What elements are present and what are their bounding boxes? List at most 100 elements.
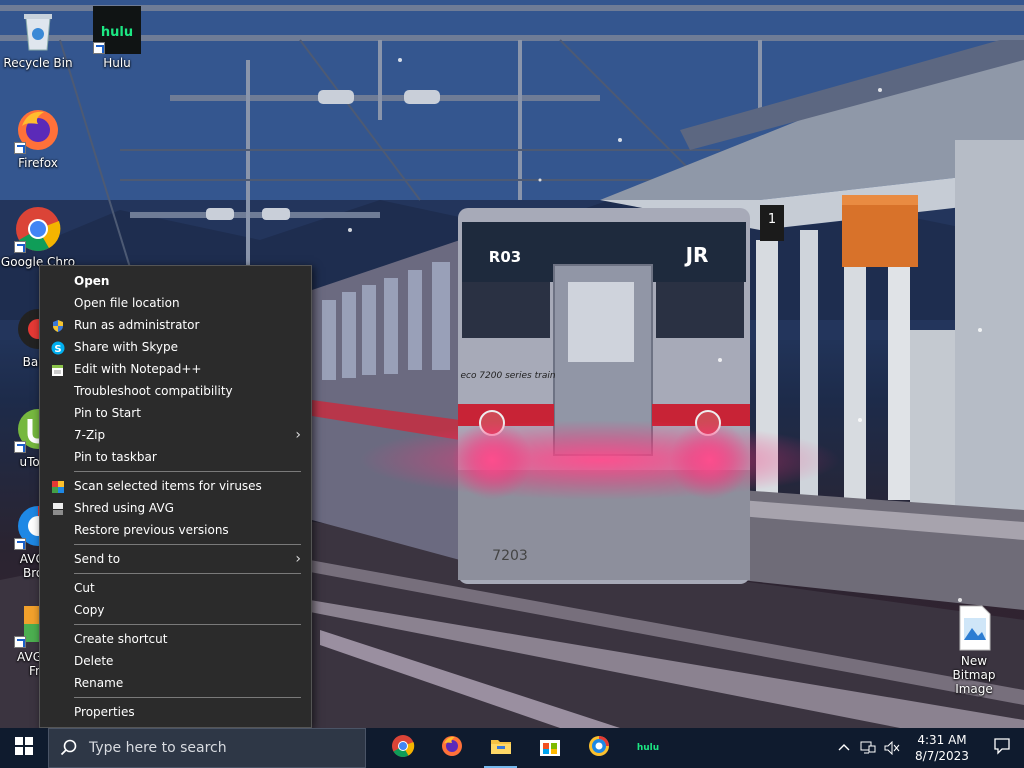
avg-shred-icon — [51, 501, 65, 515]
menu-item-cut[interactable]: Cut — [40, 577, 311, 599]
menu-item-label: Open file location — [74, 296, 180, 310]
svg-text:S: S — [54, 344, 61, 355]
shortcut-arrow-icon — [14, 636, 26, 648]
menu-separator — [74, 471, 301, 472]
taskbar-app-firefox[interactable] — [427, 728, 476, 768]
taskbar: Type here to search hulu 4:31 AM 8/7/202… — [0, 728, 1024, 768]
menu-item-open[interactable]: Open — [40, 270, 311, 292]
shortcut-arrow-icon — [14, 538, 26, 550]
menu-item-label: Rename — [74, 676, 124, 690]
firefox-icon — [14, 106, 62, 154]
notification-center-button[interactable] — [980, 728, 1024, 768]
menu-item-label: Delete — [74, 654, 114, 668]
windows-logo-icon — [15, 737, 33, 759]
menu-separator — [74, 573, 301, 574]
taskbar-app-file-explorer[interactable] — [476, 728, 525, 768]
menu-item-label: Cut — [74, 581, 95, 595]
menu-item-pin-to-start[interactable]: Pin to Start — [40, 402, 311, 424]
svg-text:hulu: hulu — [101, 25, 133, 40]
menu-item-label: 7-Zip — [74, 428, 106, 442]
taskbar-app-avg-browser[interactable] — [574, 728, 623, 768]
clock-date: 8/7/2023 — [915, 749, 969, 763]
hulu-icon: hulu — [634, 734, 661, 762]
taskbar-search-box[interactable]: Type here to search — [48, 728, 366, 768]
menu-item-restore-previous-versions[interactable]: Restore previous versions — [40, 519, 311, 541]
desktop-icon-label: Firefox — [18, 156, 58, 170]
folder-icon — [489, 734, 513, 762]
taskbar-app-hulu[interactable]: hulu — [623, 728, 672, 768]
store-icon — [538, 734, 562, 762]
menu-item-properties[interactable]: Properties — [40, 701, 311, 723]
notification-icon — [993, 737, 1011, 759]
menu-item-label: Run as administrator — [74, 318, 200, 332]
menu-item-label: Scan selected items for viruses — [74, 479, 262, 493]
desktop-icon-new-bitmap[interactable]: New Bitmap Image — [936, 604, 1012, 696]
svg-text:hulu: hulu — [636, 743, 658, 753]
train-series-label: eco 7200 series train — [460, 371, 555, 381]
shield-icon — [51, 318, 65, 332]
shortcut-arrow-icon — [14, 142, 26, 154]
menu-item-label: Pin to taskbar — [74, 450, 157, 464]
bitmap-file-icon — [950, 604, 998, 652]
menu-item-label: Pin to Start — [74, 406, 141, 420]
menu-item-shred-using-avg[interactable]: Shred using AVG — [40, 497, 311, 519]
menu-item-copy[interactable]: Copy — [40, 599, 311, 621]
chevron-right-icon: › — [295, 427, 301, 443]
taskbar-clock[interactable]: 4:31 AM 8/7/2023 — [904, 732, 980, 764]
volume-muted-icon[interactable] — [880, 728, 904, 768]
menu-item-label: Edit with Notepad++ — [74, 362, 202, 376]
menu-item-share-with-skype[interactable]: S Share with Skype — [40, 336, 311, 358]
desktop-icon-chrome[interactable]: Google Chro — [0, 205, 76, 269]
menu-item-edit-with-notepadpp[interactable]: Edit with Notepad++ — [40, 358, 311, 380]
menu-item-scan-for-viruses[interactable]: Scan selected items for viruses — [40, 475, 311, 497]
menu-item-delete[interactable]: Delete — [40, 650, 311, 672]
desktop-icon-label: Hulu — [103, 56, 131, 70]
search-icon — [49, 728, 89, 768]
chevron-right-icon: › — [295, 551, 301, 567]
notepadpp-icon — [51, 362, 65, 376]
taskbar-app-microsoft-store[interactable] — [525, 728, 574, 768]
network-icon[interactable] — [856, 728, 880, 768]
menu-item-create-shortcut[interactable]: Create shortcut — [40, 628, 311, 650]
desktop-icon-hulu[interactable]: hulu Hulu — [79, 6, 155, 70]
menu-separator — [74, 697, 301, 698]
hulu-icon: hulu — [93, 6, 141, 54]
firefox-icon — [440, 734, 464, 762]
menu-item-open-file-location[interactable]: Open file location — [40, 292, 311, 314]
shortcut-arrow-icon — [14, 241, 26, 253]
menu-item-send-to[interactable]: Send to › — [40, 548, 311, 570]
avg-browser-icon — [587, 734, 611, 762]
platform-sign-number: 1 — [768, 212, 776, 227]
chevron-up-icon[interactable] — [832, 728, 856, 768]
menu-item-pin-to-taskbar[interactable]: Pin to taskbar — [40, 446, 311, 468]
menu-item-label: Properties — [74, 705, 135, 719]
desktop-icon-label: New Bitmap Image — [952, 654, 996, 696]
shortcut-arrow-icon — [93, 42, 105, 54]
menu-item-label: Send to — [74, 552, 121, 566]
train-car-number: 7203 — [492, 548, 528, 564]
desktop-icon-firefox[interactable]: Firefox — [0, 106, 76, 170]
taskbar-pinned-apps: hulu — [378, 728, 672, 768]
menu-item-7zip[interactable]: 7-Zip › — [40, 424, 311, 446]
context-menu: Open Open file location Run as administr… — [39, 265, 312, 728]
start-button[interactable] — [0, 728, 48, 768]
clock-time: 4:31 AM — [917, 733, 967, 747]
menu-item-label: Restore previous versions — [74, 523, 229, 537]
menu-item-run-as-administrator[interactable]: Run as administrator — [40, 314, 311, 336]
menu-item-troubleshoot-compatibility[interactable]: Troubleshoot compatibility — [40, 380, 311, 402]
recycle-bin-icon — [14, 6, 62, 54]
shortcut-arrow-icon — [14, 441, 26, 453]
desktop-icon-recycle-bin[interactable]: Recycle Bin — [0, 6, 76, 70]
system-tray: 4:31 AM 8/7/2023 — [832, 728, 1024, 768]
menu-item-label: Create shortcut — [74, 632, 168, 646]
skype-icon: S — [51, 340, 65, 355]
menu-item-label: Open — [74, 274, 110, 288]
menu-item-label: Copy — [74, 603, 105, 617]
menu-item-label: Share with Skype — [74, 340, 178, 354]
desktop-icon-label: Recycle Bin — [3, 56, 73, 70]
train-route-number: R03 — [489, 248, 521, 266]
taskbar-app-chrome[interactable] — [378, 728, 427, 768]
menu-item-label: Troubleshoot compatibility — [74, 384, 233, 398]
menu-separator — [74, 544, 301, 545]
menu-item-rename[interactable]: Rename — [40, 672, 311, 694]
